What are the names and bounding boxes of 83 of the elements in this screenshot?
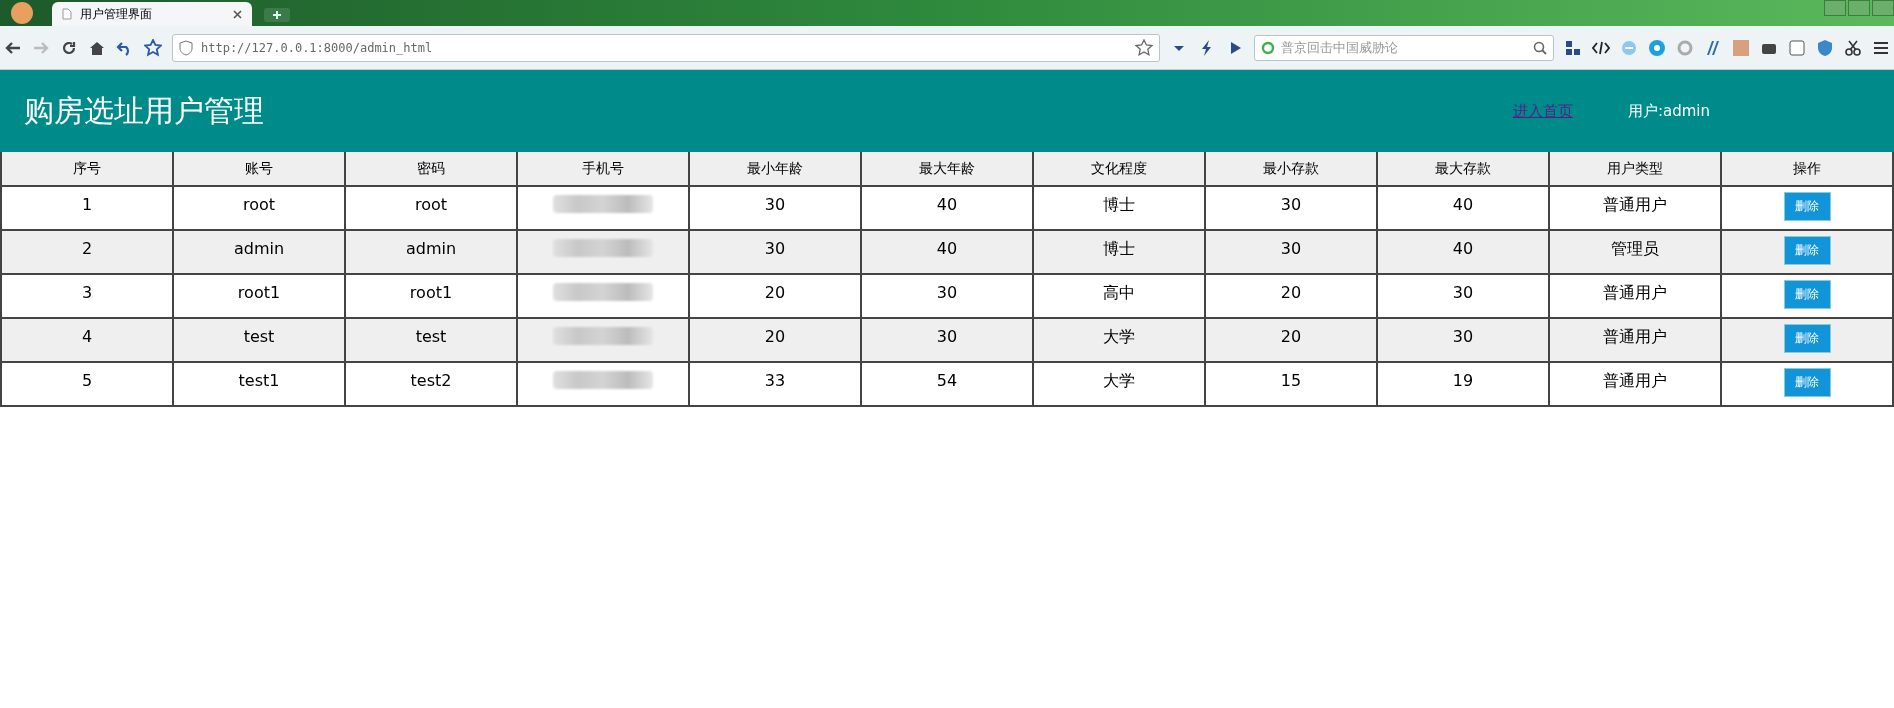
table-cell: 30 (764, 195, 786, 214)
table-cell: admin (405, 239, 457, 258)
table-cell: 3 (81, 283, 93, 302)
table-cell: 40 (936, 195, 958, 214)
table-cell: test2 (410, 371, 452, 390)
delete-button[interactable]: 删除 (1783, 236, 1831, 265)
tab-title: 用户管理界面 (80, 5, 153, 23)
table-cell: 15 (1280, 371, 1302, 390)
table-cell: 4 (81, 327, 93, 346)
table-cell: root (414, 195, 448, 214)
column-header: 操作 (1721, 152, 1893, 186)
table-cell: 20 (1280, 327, 1302, 346)
star-icon[interactable] (1135, 38, 1153, 57)
delete-button[interactable]: 删除 (1783, 368, 1831, 397)
column-header: 最小年龄 (689, 152, 861, 186)
user-label: 用户:admin (1627, 101, 1710, 121)
table-cell: 30 (764, 239, 786, 258)
table-cell: 博士 (1103, 195, 1135, 214)
close-icon[interactable] (233, 9, 242, 19)
column-header: 文化程度 (1033, 152, 1205, 186)
home-link[interactable]: 进入首页 (1512, 101, 1573, 121)
table-cell: 54 (936, 371, 958, 390)
table-cell: 30 (1452, 283, 1474, 302)
table-cell: 2 (81, 239, 93, 258)
column-header: 序号 (1, 152, 173, 186)
table-cell: 大学 (1103, 327, 1135, 346)
table-cell: root1 (237, 283, 281, 302)
table-cell: 博士 (1103, 239, 1135, 258)
search-field[interactable]: 普京回击中国威胁论 (1254, 34, 1554, 61)
column-header: 最大存款 (1377, 152, 1549, 186)
stripes-icon[interactable] (1704, 38, 1722, 57)
table-cell: test (415, 327, 447, 346)
table-cell: 40 (936, 239, 958, 258)
table-cell: 5 (81, 371, 93, 390)
table-cell: 20 (764, 327, 786, 346)
table-cell: 高中 (1103, 283, 1135, 302)
table-cell: 普通用户 (1603, 195, 1667, 214)
document-icon[interactable] (1788, 38, 1806, 57)
table-cell: 30 (1280, 195, 1302, 214)
page-icon (62, 8, 72, 20)
shield-icon (179, 39, 193, 56)
column-header: 账号 (173, 152, 345, 186)
column-header: 用户类型 (1549, 152, 1721, 186)
delete-button[interactable]: 删除 (1783, 280, 1831, 309)
table-cell: 40 (1452, 239, 1474, 258)
column-header: 最小存款 (1205, 152, 1377, 186)
table-cell: 30 (1452, 327, 1474, 346)
new-tab-button[interactable] (264, 8, 290, 22)
table-cell: 普通用户 (1603, 371, 1667, 390)
table-cell: test1 (238, 371, 280, 390)
scissors-icon[interactable] (1844, 38, 1862, 57)
ring-icon (1261, 40, 1275, 55)
delete-button[interactable]: 删除 (1783, 324, 1831, 353)
table-cell: admin (233, 239, 285, 258)
plus-icon (273, 11, 281, 19)
star-icon[interactable] (144, 38, 162, 57)
address-bar[interactable]: http://127.0.0.1:8000/admin_html (172, 33, 1160, 62)
table-cell: 普通用户 (1603, 327, 1667, 346)
grid-icon[interactable] (1564, 38, 1582, 57)
table-cell: root1 (409, 283, 453, 302)
table-cell: 33 (764, 371, 786, 390)
column-header: 密码 (345, 152, 517, 186)
column-header: 手机号 (517, 152, 689, 186)
table-cell: 30 (1280, 239, 1302, 258)
table-cell: 30 (936, 283, 958, 302)
table-cell: 大学 (1103, 371, 1135, 390)
table-cell: 40 (1452, 195, 1474, 214)
table-cell: test (243, 327, 275, 346)
table-cell: 管理员 (1611, 239, 1659, 258)
table-cell: 19 (1452, 371, 1474, 390)
table-cell: 30 (936, 327, 958, 346)
search-icon[interactable] (1533, 40, 1547, 55)
table-cell: 20 (1280, 283, 1302, 302)
table-cell: 20 (764, 283, 786, 302)
delete-button[interactable]: 删除 (1783, 192, 1831, 221)
browser-tab[interactable]: 用户管理界面 (52, 2, 252, 26)
table-cell: root (242, 195, 276, 214)
table-cell: 普通用户 (1603, 283, 1667, 302)
page-title: 购房选址用户管理 (24, 91, 265, 130)
eye-icon[interactable] (1648, 38, 1666, 57)
table-cell: 1 (81, 195, 93, 214)
shield-icon[interactable] (1816, 38, 1834, 57)
column-header: 最大年龄 (861, 152, 1033, 186)
